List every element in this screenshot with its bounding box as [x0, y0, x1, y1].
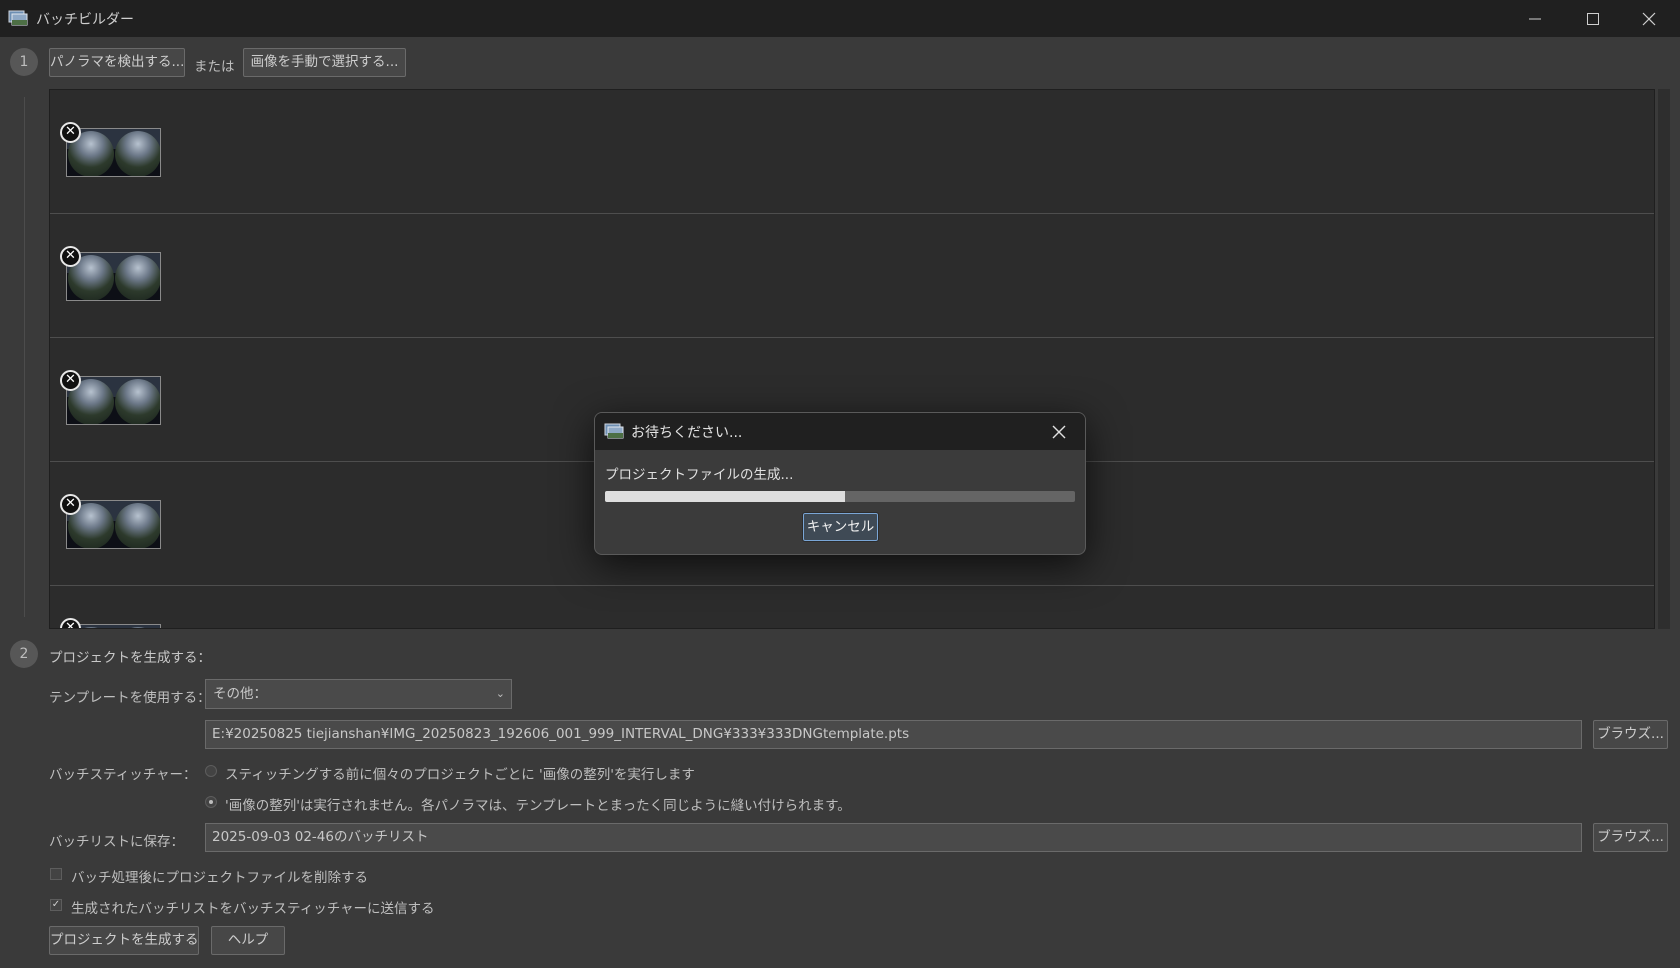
template-label: テンプレートを使用する：: [49, 690, 211, 706]
batch-list-name-field[interactable]: 2025-09-03 02-46のバッチリスト: [205, 823, 1582, 852]
remove-panorama-button[interactable]: ✕: [60, 494, 81, 515]
delete-projects-checkbox[interactable]: [50, 868, 62, 880]
browse-batch-list-button[interactable]: ブラウズ...: [1593, 823, 1668, 852]
minimize-icon: [1529, 18, 1541, 19]
no-align-radio-label[interactable]: '画像の整列'は実行されません。各パノラマは、テンプレートとまったく同じように縫…: [225, 794, 851, 814]
align-images-radio-label[interactable]: スティッチングする前に個々のプロジェクトごとに '画像の整列'を実行します: [225, 763, 695, 783]
close-icon: [1642, 12, 1656, 25]
dialog-title: お待ちください...: [631, 425, 743, 441]
step-connector-line: [24, 97, 25, 617]
generate-project-button[interactable]: プロジェクトを生成する: [49, 926, 199, 955]
app-icon: [604, 423, 624, 439]
remove-panorama-button[interactable]: ✕: [60, 618, 81, 628]
or-label: または: [194, 59, 235, 75]
cancel-button[interactable]: キャンセル: [802, 512, 879, 542]
remove-panorama-button[interactable]: ✕: [60, 370, 81, 391]
list-scrollbar[interactable]: [1658, 89, 1670, 629]
help-button[interactable]: ヘルプ: [211, 926, 285, 955]
close-button[interactable]: [1620, 0, 1678, 37]
maximize-icon: [1587, 12, 1599, 25]
window-title: バッチビルダー: [36, 12, 134, 28]
template-path-field[interactable]: E:¥20250825 tiejianshan¥IMG_20250823_192…: [205, 720, 1582, 749]
send-to-stitcher-label[interactable]: 生成されたバッチリストをバッチスティッチャーに送信する: [71, 897, 435, 917]
batch-stitcher-label: バッチスティッチャー：: [49, 767, 197, 783]
step-1-badge: 1: [10, 48, 38, 76]
save-batch-list-label: バッチリストに保存：: [49, 834, 184, 850]
send-to-stitcher-checkbox[interactable]: ✓: [50, 899, 62, 911]
step-2-badge: 2: [10, 640, 38, 668]
app-icon: [8, 10, 28, 26]
detect-panoramas-button[interactable]: パノラマを検出する...: [49, 48, 185, 77]
browse-template-button[interactable]: ブラウズ...: [1593, 720, 1668, 749]
delete-projects-label[interactable]: バッチ処理後にプロジェクトファイルを削除する: [71, 866, 368, 886]
panorama-row[interactable]: ✕: [50, 586, 1654, 628]
chevron-down-icon: ⌄: [495, 687, 505, 700]
remove-panorama-button[interactable]: ✕: [60, 246, 81, 267]
minimize-button[interactable]: [1506, 0, 1564, 37]
panorama-row[interactable]: ✕: [50, 90, 1654, 214]
panorama-row[interactable]: ✕: [50, 214, 1654, 338]
generate-project-heading: プロジェクトを生成する：: [49, 650, 211, 666]
progress-message: プロジェクトファイルの生成...: [605, 467, 794, 483]
template-select-value: その他：: [213, 686, 267, 702]
no-align-radio[interactable]: [205, 796, 217, 808]
align-images-radio[interactable]: [205, 765, 217, 777]
progress-dialog: お待ちください... プロジェクトファイルの生成... キャンセル: [594, 412, 1086, 555]
template-select[interactable]: その他： ⌄: [205, 679, 512, 709]
close-icon[interactable]: [1049, 422, 1069, 442]
remove-panorama-button[interactable]: ✕: [60, 122, 81, 143]
select-images-manually-button[interactable]: 画像を手動で選択する...: [243, 48, 406, 77]
title-bar: バッチビルダー: [0, 0, 1680, 37]
progress-bar-fill: [605, 491, 845, 502]
progress-bar: [605, 491, 1075, 502]
maximize-button[interactable]: [1564, 0, 1622, 37]
